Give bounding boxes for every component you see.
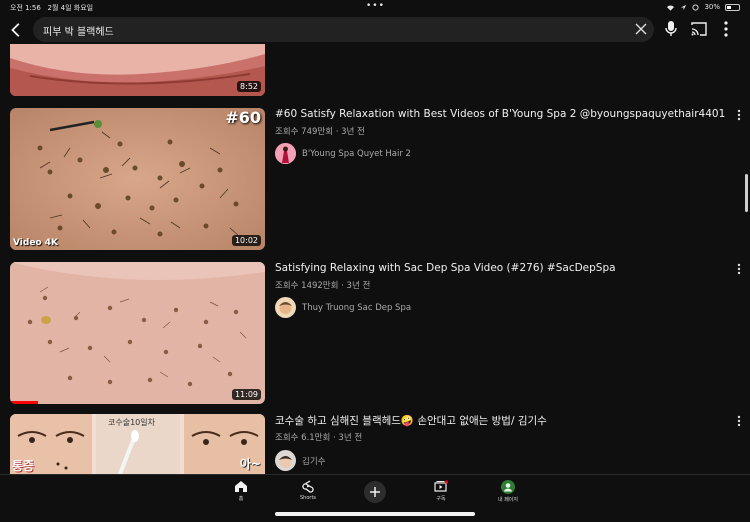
video-title[interactable]: 코수술 하고 심해진 블랙헤드🤪 손안대고 없애는 방법/ 김기수 — [275, 413, 547, 428]
home-icon — [235, 481, 247, 492]
nav-subscriptions[interactable]: 구독 — [416, 480, 466, 502]
channel-row[interactable]: Thuy Truong Sac Dep Spa — [275, 297, 411, 318]
thumbnail-badge: #60 — [225, 108, 261, 127]
status-time: 오전 1:56 2월 4일 화요일 — [10, 4, 94, 12]
video-thumbnail[interactable]: 코수술10일차 통증 아~ — [10, 414, 265, 474]
cast-icon[interactable] — [691, 22, 707, 36]
lips-closeup-image — [10, 44, 265, 96]
clear-search-icon[interactable] — [634, 22, 648, 36]
channel-row[interactable]: B'Young Spa Quyet Hair 2 — [275, 143, 411, 164]
video-meta: 조회수 6.1만회 · 3년 전 — [275, 433, 363, 443]
nav-profile[interactable]: 내 페이지 — [483, 480, 533, 503]
video-title[interactable]: Satisfying Relaxing with Sac Dep Spa Vid… — [275, 262, 616, 274]
alarm-icon — [692, 3, 699, 11]
video-duration: 8:52 — [237, 81, 261, 92]
video-meta: 조회수 749만회 · 3년 전 — [275, 127, 365, 137]
shorts-icon — [302, 480, 314, 493]
profile-avatar-icon — [501, 480, 515, 494]
subscriptions-icon — [434, 480, 448, 492]
nav-home[interactable]: 홈 — [216, 480, 266, 502]
plus-icon — [370, 487, 380, 497]
search-query[interactable]: 피부 박 블랙헤드 — [43, 23, 114, 38]
microphone-icon[interactable] — [664, 20, 678, 38]
video-duration: 10:02 — [231, 235, 261, 246]
video-thumbnail[interactable]: #60 Video 4K 10:02 — [10, 108, 265, 250]
home-indicator[interactable] — [275, 512, 475, 516]
video-meta: 조회수 1492만회 · 3년 전 — [275, 281, 371, 291]
multitasking-dots[interactable]: ••• — [366, 1, 385, 11]
video-thumbnail[interactable]: 11:09 — [10, 262, 265, 404]
status-bar: 오전 1:56 2월 4일 화요일 ••• 30% — [0, 0, 750, 14]
skin-blackheads-image — [10, 108, 265, 250]
skin-pores-image — [10, 262, 265, 404]
thumbnail-caption: 아~ — [239, 457, 261, 471]
nav-shorts[interactable]: Shorts — [283, 480, 333, 501]
channel-name[interactable]: Thuy Truong Sac Dep Spa — [302, 303, 411, 313]
battery-percent: 30% — [704, 3, 720, 11]
progress-bar — [10, 401, 38, 404]
back-arrow-icon[interactable] — [8, 21, 26, 39]
location-icon — [681, 4, 687, 10]
thumbnail-caption: 코수술10일차 — [108, 418, 155, 427]
channel-name[interactable]: 김기수 — [302, 455, 325, 467]
battery-icon — [725, 3, 740, 11]
create-button[interactable] — [364, 481, 386, 503]
channel-name[interactable]: B'Young Spa Quyet Hair 2 — [302, 149, 411, 159]
nav-home-label: 홈 — [238, 496, 244, 502]
channel-avatar[interactable] — [275, 143, 296, 164]
thumbnail-caption: 통증 — [12, 459, 35, 473]
video-duration: 11:09 — [231, 389, 261, 400]
search-header: 피부 박 블랙헤드 — [0, 16, 750, 44]
video-more-icon[interactable] — [737, 263, 741, 275]
video-more-icon[interactable] — [737, 415, 741, 427]
nav-subscriptions-label: 구독 — [436, 496, 446, 502]
channel-avatar[interactable] — [275, 297, 296, 318]
channel-avatar[interactable] — [275, 450, 296, 471]
wifi-icon — [667, 5, 675, 11]
search-input[interactable]: 피부 박 블랙헤드 — [33, 17, 654, 42]
nav-shorts-label: Shorts — [299, 495, 317, 501]
scrollbar[interactable] — [745, 174, 748, 212]
video-thumbnail[interactable]: 8:52 — [10, 44, 265, 96]
status-icons: 30% — [666, 3, 740, 11]
video-more-icon[interactable] — [737, 109, 741, 121]
video-title[interactable]: #60 Satisfy Relaxation with Best Videos … — [275, 108, 725, 120]
more-options-icon[interactable] — [721, 20, 731, 38]
nav-profile-label: 내 페이지 — [498, 497, 518, 503]
channel-row[interactable]: 김기수 — [275, 450, 325, 471]
thumbnail-caption: Video 4K — [13, 238, 58, 248]
